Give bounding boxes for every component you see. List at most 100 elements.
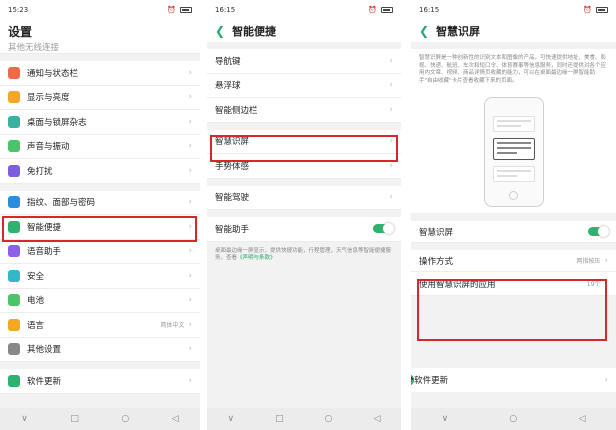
nav-home-icon[interactable]: ○ xyxy=(509,414,517,424)
back-icon[interactable]: ❮ xyxy=(419,24,429,38)
settings-screen: 15:23 ⏰ 设置 其他无线连接 通知与状态栏 › 显示与亮度 › 桌面与锁屏杂志 › 声… xyxy=(0,0,200,430)
toggle-switch[interactable] xyxy=(373,223,394,235)
list-item-label: 桌面与锁屏杂志 xyxy=(27,117,87,128)
list-item[interactable]: 桌面与锁屏杂志 › xyxy=(0,110,200,135)
list-item-label: 悬浮球 xyxy=(215,81,241,92)
nav-back-icon[interactable]: ◁ xyxy=(172,414,179,424)
status-time: 16:15 xyxy=(419,6,440,14)
software-update-overlap-row[interactable]: ⟳ 软件更新 › xyxy=(411,368,616,392)
fingerprint-icon xyxy=(8,196,20,209)
nav-square-icon[interactable]: □ xyxy=(275,414,284,424)
list-item[interactable]: 电池 › xyxy=(0,288,200,313)
chevron-right-icon: › xyxy=(188,270,192,281)
list-item[interactable]: 通知与状态栏 › xyxy=(0,61,200,86)
smart-screen-switch[interactable] xyxy=(588,226,609,237)
nav-back-icon[interactable]: ◁ xyxy=(374,414,381,424)
illustration xyxy=(411,91,616,213)
list-item-label: 免打扰 xyxy=(27,166,53,177)
list-item-label: 显示与亮度 xyxy=(27,93,70,104)
chevron-right-icon: › xyxy=(389,80,393,91)
nav-bar: ∨ ○ ◁ xyxy=(411,408,616,430)
battery-icon xyxy=(180,7,192,13)
list-item-value: 简体中文 xyxy=(160,322,185,330)
list-item-label: 电池 xyxy=(27,296,45,307)
chevron-right-icon: › xyxy=(188,221,192,232)
list-item[interactable]: 悬浮球 › xyxy=(207,73,401,98)
list-item[interactable]: 语音助手 › xyxy=(0,239,200,264)
sound-icon xyxy=(8,140,20,153)
list-item-label: 语言 xyxy=(27,320,45,331)
list-item[interactable]: 其他设置 › xyxy=(0,337,200,362)
list-item-label: 智能便捷 xyxy=(27,222,62,233)
chevron-right-icon: › xyxy=(389,136,393,147)
alarm-icon: ⏰ xyxy=(167,6,176,14)
nav-bar: ∨ □ ○ ◁ xyxy=(0,408,200,430)
list-item[interactable]: 指纹、面部与密码 › xyxy=(0,190,200,215)
list-item-label: 导航键 xyxy=(215,56,241,67)
chevron-right-icon: › xyxy=(188,319,192,330)
list-item[interactable]: 语言 简体中文 › xyxy=(0,313,200,338)
chevron-right-icon: › xyxy=(188,141,192,152)
nav-menu-icon[interactable]: ∨ xyxy=(442,414,449,424)
chevron-right-icon: › xyxy=(188,116,192,127)
list-item[interactable]: 导航键 › xyxy=(207,49,401,74)
list-item-label: 声音与振动 xyxy=(27,142,70,153)
nav-square-icon[interactable]: □ xyxy=(70,414,79,424)
page-title: 智慧识屏 xyxy=(436,25,481,38)
mic-icon xyxy=(8,245,20,258)
nav-home-icon[interactable]: ○ xyxy=(121,414,129,424)
back-icon[interactable]: ❮ xyxy=(215,24,225,38)
moon-icon xyxy=(8,164,20,177)
alarm-icon: ⏰ xyxy=(368,6,377,14)
terms-link[interactable]: 《声明与条款》 xyxy=(237,255,276,261)
list-item-label: 通知与状态栏 xyxy=(27,68,79,79)
alarm-icon: ⏰ xyxy=(583,6,592,14)
notification-icon xyxy=(8,66,20,79)
chevron-right-icon: › xyxy=(389,160,393,171)
nav-menu-icon[interactable]: ∨ xyxy=(21,414,28,424)
phone-illustration-icon xyxy=(483,97,544,207)
chevron-right-icon: › xyxy=(188,295,192,306)
chevron-right-icon: › xyxy=(188,197,192,208)
chevron-right-icon: › xyxy=(188,375,192,386)
nav-bar: ∨ □ ○ ◁ xyxy=(207,408,401,430)
battery-icon xyxy=(8,294,20,307)
partial-item[interactable]: 其他无线连接 xyxy=(0,42,200,54)
list-item[interactable]: 智能侧边栏 › xyxy=(207,98,401,123)
chevron-right-icon: › xyxy=(604,375,608,385)
list-item[interactable]: 智慧识屏 › xyxy=(207,129,401,154)
status-bar: 16:15 ⏰ xyxy=(207,0,401,20)
list-item[interactable]: 智能驾驶 › xyxy=(207,185,401,210)
smart-screen-recognition: 16:15 ⏰ ❮ 智慧识屏 智慧识屏是一种创新性的识别文本和图像的产品，可快速… xyxy=(411,0,616,430)
smart-icon xyxy=(8,220,20,233)
list-item-label: 智能侧边栏 xyxy=(215,105,258,116)
feature-description: 智慧识屏是一种创新性的识别文本和图像的产品，可快速提供地址、美食、影视、快递、航… xyxy=(411,49,616,91)
list-item-label: 智能驾驶 xyxy=(215,193,250,204)
list-item[interactable]: 安全 › xyxy=(0,264,200,289)
list-item[interactable]: 免打扰 › xyxy=(0,159,200,184)
shield-icon xyxy=(8,269,20,282)
list-item-label: 手势体感 xyxy=(215,161,250,172)
wallpaper-icon xyxy=(8,115,20,128)
status-time: 15:23 xyxy=(8,6,29,14)
nav-menu-icon[interactable]: ∨ xyxy=(228,414,235,424)
apps-using-row[interactable]: 使用智慧识屏的应用 19个 › xyxy=(411,272,616,296)
operation-mode-row[interactable]: 操作方式 两指按压 › xyxy=(411,250,616,272)
chevron-right-icon: › xyxy=(389,104,393,115)
list-item[interactable]: 智能便捷 › xyxy=(0,215,200,240)
nav-home-icon[interactable]: ○ xyxy=(325,414,333,424)
list-item[interactable]: 声音与振动 › xyxy=(0,134,200,159)
brightness-icon xyxy=(8,91,20,104)
list-item[interactable]: 智能助手 xyxy=(207,217,401,242)
chevron-right-icon: › xyxy=(188,246,192,257)
status-bar: 16:15 ⏰ xyxy=(411,0,616,20)
list-item[interactable]: 显示与亮度 › xyxy=(0,85,200,110)
chevron-right-icon: › xyxy=(389,55,393,66)
nav-back-icon[interactable]: ◁ xyxy=(578,414,585,424)
page-title: 设置 xyxy=(0,20,200,42)
list-item-label: 其他设置 xyxy=(27,345,62,356)
list-item[interactable]: 手势体感 › xyxy=(207,154,401,179)
smart-screen-toggle-row[interactable]: 智慧识屏 xyxy=(411,221,616,243)
list-item[interactable]: 软件更新 › xyxy=(0,369,200,394)
chevron-right-icon: › xyxy=(188,165,192,176)
